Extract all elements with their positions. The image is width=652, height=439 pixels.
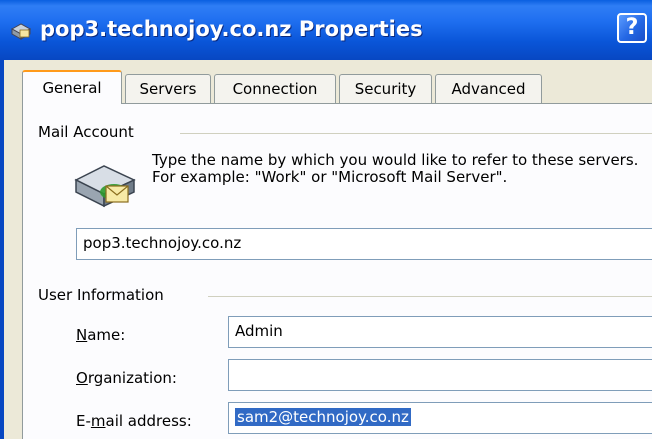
mail-account-icon [10,23,32,40]
organization-label-text: rganization: [87,369,177,387]
user-info-group-label: User Information [38,286,170,304]
tab-connection[interactable]: Connection [214,74,336,103]
tab-security[interactable]: Security [339,74,432,103]
email-label-prefix: E- [76,412,91,430]
email-field[interactable]: sam2@technojoy.co.nz [228,402,652,434]
mail-server-icon [74,165,136,208]
properties-dialog: pop3.technojoy.co.nz Properties ? Genera… [0,0,652,439]
window-border [0,60,4,439]
title-bar[interactable]: pop3.technojoy.co.nz Properties ? [0,0,652,60]
name-field[interactable]: Admin [228,316,652,348]
email-label-accesskey: m [90,412,106,430]
window-title: pop3.technojoy.co.nz Properties [40,17,423,41]
help-button[interactable]: ? [617,13,647,43]
account-name-field[interactable]: pop3.technojoy.co.nz [76,228,652,260]
organization-label-accesskey: O [76,369,88,387]
email-field-selected-text: sam2@technojoy.co.nz [235,408,411,426]
mail-account-divider [180,133,652,134]
name-label-accesskey: N [76,326,88,344]
organization-label: Organization: [76,369,177,387]
email-label-text: ail address: [105,412,192,430]
user-info-divider [208,296,652,297]
name-label-text: ame: [87,326,126,344]
name-label: Name: [76,326,125,344]
mail-account-group-label: Mail Account [38,123,140,141]
tab-servers[interactable]: Servers [125,74,211,103]
email-label: E-mail address: [76,412,192,430]
organization-field[interactable] [228,359,652,391]
mail-account-description: Type the name by which you would like to… [152,151,639,186]
tab-advanced[interactable]: Advanced [435,74,542,103]
tab-general[interactable]: General [22,70,122,104]
